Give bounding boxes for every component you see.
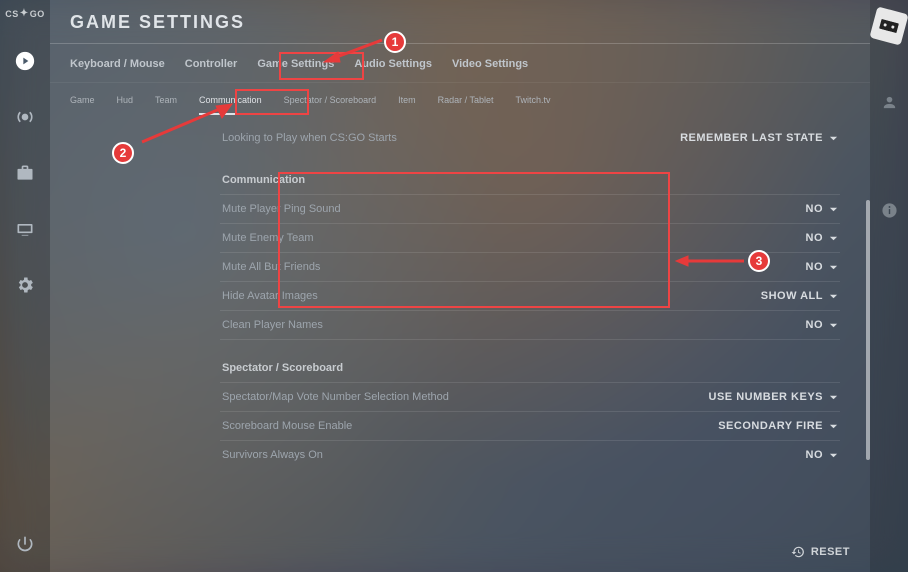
row-value-dropdown[interactable]: SHOW ALL	[761, 290, 838, 302]
tab-video-settings[interactable]: Video Settings	[452, 58, 528, 70]
chevron-down-icon	[829, 321, 838, 330]
power-icon[interactable]	[9, 528, 41, 560]
row-label: Spectator/Map Vote Number Selection Meth…	[222, 391, 449, 403]
info-icon[interactable]	[873, 194, 905, 226]
tab-keyboard-mouse[interactable]: Keyboard / Mouse	[70, 58, 165, 70]
row-value-dropdown[interactable]: NO	[806, 449, 839, 461]
broadcast-icon[interactable]	[9, 101, 41, 133]
subtab-radar[interactable]: Radar / Tablet	[438, 95, 494, 115]
row-survivors: Survivors Always On NO	[220, 441, 840, 469]
chevron-down-icon	[829, 263, 838, 272]
subtab-item[interactable]: Item	[398, 95, 416, 115]
chevron-down-icon	[829, 451, 838, 460]
tab-audio-settings[interactable]: Audio Settings	[354, 58, 432, 70]
row-vote-method: Spectator/Map Vote Number Selection Meth…	[220, 383, 840, 412]
subtab-hud[interactable]: Hud	[117, 95, 134, 115]
csgo-logo: CS✦GO	[5, 8, 44, 19]
row-scoreboard-mouse: Scoreboard Mouse Enable SECONDARY FIRE	[220, 412, 840, 441]
chevron-down-icon	[829, 422, 838, 431]
right-rail	[870, 0, 908, 572]
row-label: Mute All But Friends	[222, 261, 320, 273]
play-icon[interactable]	[9, 45, 41, 77]
secondary-tabs: Game Hud Team Communication Spectator / …	[50, 83, 870, 115]
subtab-team[interactable]: Team	[155, 95, 177, 115]
row-value-dropdown[interactable]: NO	[806, 232, 839, 244]
inventory-icon[interactable]	[9, 157, 41, 189]
header: GAME SETTINGS	[50, 0, 870, 44]
row-mute-enemy: Mute Enemy Team NO	[220, 224, 840, 253]
reset-button[interactable]: RESET	[791, 545, 850, 559]
footer: RESET	[50, 532, 870, 572]
tab-game-settings[interactable]: Game Settings	[257, 58, 334, 70]
row-value-dropdown[interactable]: REMEMBER LAST STATE	[680, 132, 838, 144]
subtab-game[interactable]: Game	[70, 95, 95, 115]
subtab-twitch[interactable]: Twitch.tv	[516, 95, 551, 115]
subtab-communication[interactable]: Communication	[199, 95, 262, 115]
profile-icon[interactable]	[873, 86, 905, 118]
row-value-dropdown[interactable]: NO	[806, 261, 839, 273]
chevron-down-icon	[829, 393, 838, 402]
top-right-logo[interactable]	[869, 6, 908, 45]
chevron-down-icon	[829, 134, 838, 143]
settings-body: Looking to Play when CS:GO Starts REMEMB…	[50, 118, 870, 530]
row-value-dropdown[interactable]: NO	[806, 203, 839, 215]
left-nav-rail: CS✦GO	[0, 0, 50, 572]
page-title: GAME SETTINGS	[70, 12, 850, 33]
watch-icon[interactable]	[9, 213, 41, 245]
row-looking-to-play: Looking to Play when CS:GO Starts REMEMB…	[220, 124, 840, 152]
tab-controller[interactable]: Controller	[185, 58, 238, 70]
row-label: Scoreboard Mouse Enable	[222, 420, 352, 432]
scrollbar[interactable]	[866, 200, 870, 460]
row-label: Clean Player Names	[222, 319, 323, 331]
row-label: Survivors Always On	[222, 449, 323, 461]
history-icon	[791, 545, 805, 559]
chevron-down-icon	[829, 292, 838, 301]
settings-icon[interactable]	[9, 269, 41, 301]
section-communication: Communication	[220, 152, 840, 195]
row-value-dropdown[interactable]: SECONDARY FIRE	[718, 420, 838, 432]
row-mute-all-but-friends: Mute All But Friends NO	[220, 253, 840, 282]
row-label: Looking to Play when CS:GO Starts	[222, 132, 397, 144]
row-label: Mute Player Ping Sound	[222, 203, 341, 215]
main-panel: GAME SETTINGS Keyboard / Mouse Controlle…	[50, 0, 870, 572]
row-label: Hide Avatar Images	[222, 290, 318, 302]
section-spectator: Spectator / Scoreboard	[220, 340, 840, 383]
row-value-dropdown[interactable]: USE NUMBER KEYS	[709, 391, 838, 403]
row-mute-ping: Mute Player Ping Sound NO	[220, 195, 840, 224]
subtab-spectator[interactable]: Spectator / Scoreboard	[284, 95, 377, 115]
primary-tabs: Keyboard / Mouse Controller Game Setting…	[50, 44, 870, 83]
row-value-dropdown[interactable]: NO	[806, 319, 839, 331]
row-clean-names: Clean Player Names NO	[220, 311, 840, 340]
chevron-down-icon	[829, 234, 838, 243]
row-label: Mute Enemy Team	[222, 232, 314, 244]
chevron-down-icon	[829, 205, 838, 214]
row-hide-avatar: Hide Avatar Images SHOW ALL	[220, 282, 840, 311]
